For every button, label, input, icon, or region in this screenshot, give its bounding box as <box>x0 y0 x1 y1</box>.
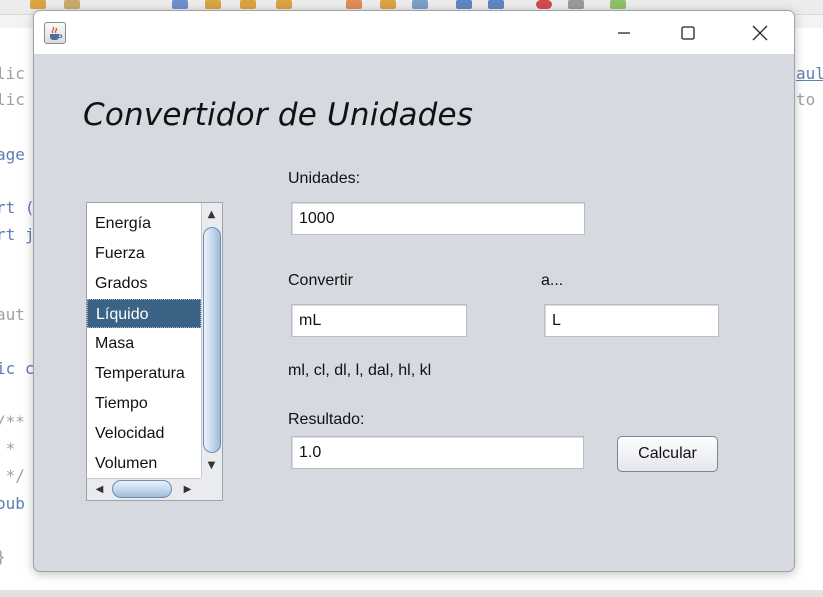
app-heading: Convertidor de Unidades <box>83 97 474 133</box>
code-line: age <box>0 145 25 164</box>
from-unit-field[interactable] <box>291 304 467 337</box>
vertical-scroll-thumb[interactable] <box>203 227 221 453</box>
horizontal-scrollbar[interactable]: ◀ ▶ <box>87 478 201 500</box>
toolbar-icon[interactable] <box>456 0 472 9</box>
minimize-button[interactable] <box>594 11 654 54</box>
toolbar-icon[interactable] <box>488 0 504 9</box>
units-label: Unidades: <box>288 170 361 187</box>
title-bar[interactable] <box>34 11 794 54</box>
scroll-right-arrow-icon[interactable]: ▶ <box>178 480 197 500</box>
toolbar-icon[interactable] <box>64 0 80 9</box>
toolbar-icon[interactable] <box>172 0 188 9</box>
toolbar-icon[interactable] <box>276 0 292 9</box>
close-icon <box>752 25 768 40</box>
list-item[interactable]: Masa <box>87 329 201 358</box>
convert-label: Convertir <box>288 272 353 289</box>
scroll-down-arrow-icon[interactable]: ▼ <box>202 456 221 476</box>
list-item[interactable]: Grados <box>87 269 201 298</box>
units-field[interactable] <box>291 202 585 235</box>
category-list-items[interactable]: Energía Fuerza Grados Líquido Masa Tempe… <box>87 203 201 478</box>
toolbar-icon[interactable] <box>412 0 428 9</box>
to-unit-input[interactable] <box>545 305 718 336</box>
code-line: * <box>5 439 16 458</box>
scroll-up-arrow-icon[interactable]: ▲ <box>202 205 221 225</box>
code-line: rt j <box>0 225 35 244</box>
list-item[interactable]: Fuerza <box>87 239 201 268</box>
list-item[interactable]: Energía <box>87 209 201 238</box>
code-line: ic c <box>0 359 35 378</box>
calculate-button[interactable]: Calcular <box>617 436 718 472</box>
stop-icon[interactable] <box>568 0 584 9</box>
vertical-scrollbar[interactable]: ▲ ▼ <box>201 203 222 478</box>
ide-statusbar <box>0 590 823 597</box>
list-item-selected[interactable]: Líquido <box>87 299 201 328</box>
close-button[interactable] <box>730 11 790 54</box>
category-list[interactable]: Energía Fuerza Grados Líquido Masa Tempe… <box>86 202 223 501</box>
toolbar-icon[interactable] <box>30 0 46 9</box>
code-line: } <box>0 547 6 566</box>
code-line: rt ( <box>0 198 35 217</box>
result-input[interactable] <box>292 437 583 468</box>
code-fragment: aul <box>796 64 823 83</box>
code-line: aut <box>0 305 25 324</box>
toolbar-icon[interactable] <box>610 0 626 9</box>
code-line: oub <box>0 494 25 513</box>
maximize-button[interactable] <box>658 11 718 54</box>
horizontal-scroll-thumb[interactable] <box>112 480 172 498</box>
list-item[interactable]: Volumen <box>87 449 201 478</box>
maximize-icon <box>681 25 695 40</box>
to-unit-field[interactable] <box>544 304 719 337</box>
scrollbar-corner <box>201 478 222 500</box>
list-item[interactable]: Velocidad <box>87 419 201 448</box>
code-line: lic <box>0 90 25 109</box>
code-line: /** <box>0 412 25 431</box>
unit-hint: ml, cl, dl, l, dal, hl, kl <box>288 362 432 379</box>
toolbar-icon[interactable] <box>380 0 396 9</box>
code-fragment: to <box>796 90 816 109</box>
minimize-icon <box>618 31 630 34</box>
scroll-left-arrow-icon[interactable]: ◀ <box>90 480 109 500</box>
toolbar-icon[interactable] <box>346 0 362 9</box>
record-icon[interactable] <box>536 0 552 9</box>
to-label: a... <box>541 272 564 289</box>
from-unit-input[interactable] <box>292 305 466 336</box>
list-item[interactable]: Tiempo <box>87 389 201 418</box>
toolbar-icon[interactable] <box>205 0 221 9</box>
code-line: */ <box>5 466 25 485</box>
converter-window: Convertidor de Unidades Energía Fuerza G… <box>33 10 795 572</box>
result-label: Resultado: <box>288 411 365 428</box>
result-field[interactable] <box>291 436 584 469</box>
units-input[interactable] <box>292 203 584 234</box>
java-icon <box>44 22 66 44</box>
toolbar-icon[interactable] <box>240 0 256 9</box>
list-item[interactable]: Temperatura <box>87 359 201 388</box>
code-line: lic <box>0 64 25 83</box>
